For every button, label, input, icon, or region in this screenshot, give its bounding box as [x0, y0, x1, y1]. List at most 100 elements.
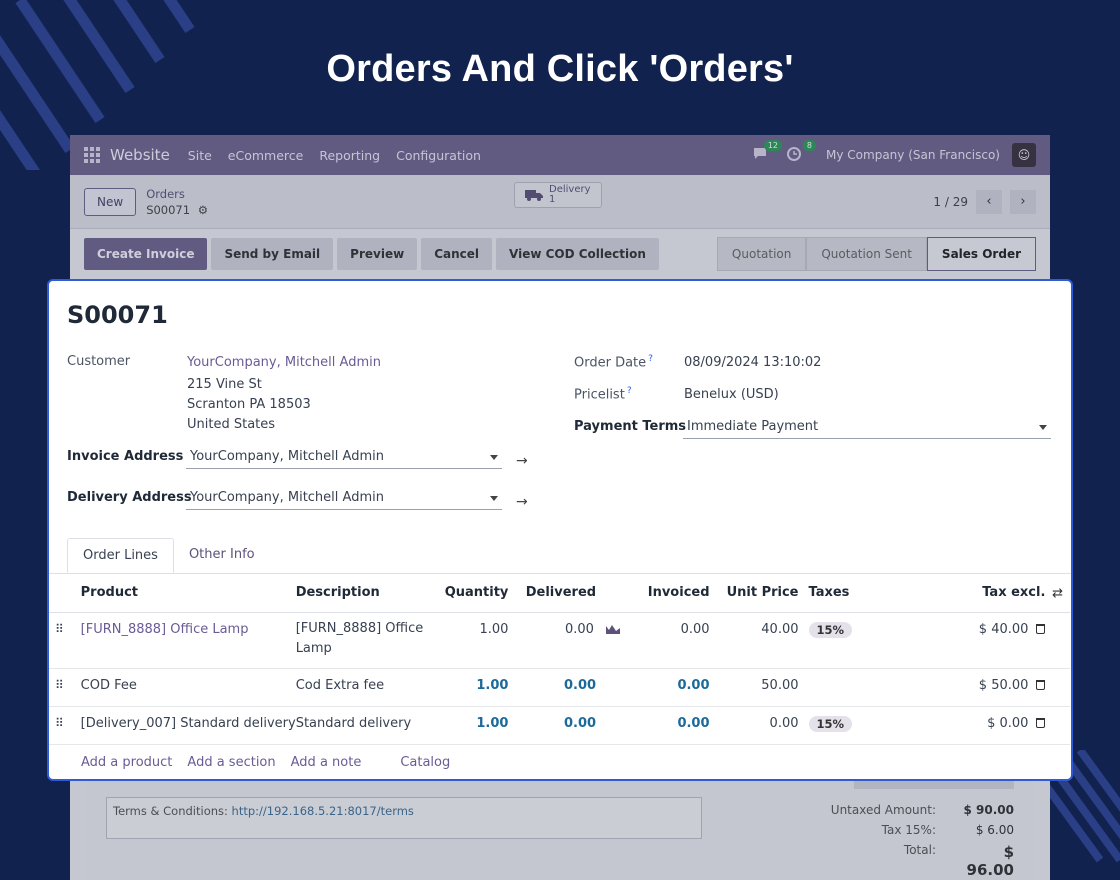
- breadcrumb-current: S00071: [146, 202, 191, 217]
- apps-grid-icon[interactable]: [84, 147, 100, 163]
- arrow-right-icon[interactable]: →: [516, 494, 528, 510]
- header-invoiced[interactable]: Invoiced: [620, 574, 710, 613]
- send-by-email-button[interactable]: Send by Email: [211, 238, 334, 270]
- row-invoiced: 0.00: [620, 612, 710, 669]
- pager-previous-button[interactable]: ‹: [976, 189, 1002, 214]
- invoice-address-select[interactable]: YourCompany, Mitchell Admin: [186, 447, 502, 469]
- terms-link[interactable]: http://192.168.5.21:8017/terms: [232, 804, 414, 818]
- activities-button[interactable]: 8: [786, 140, 817, 164]
- order-date-value[interactable]: 08/09/2024 13:10:02: [684, 355, 821, 370]
- header-description[interactable]: Description: [295, 574, 445, 613]
- status-quotation[interactable]: Quotation: [716, 237, 807, 271]
- row-quantity[interactable]: 1.00: [444, 668, 509, 707]
- tab-order-lines[interactable]: Order Lines: [67, 538, 174, 573]
- delivery-count: 1: [549, 194, 556, 205]
- column-settings-icon[interactable]: ⇄: [1052, 586, 1063, 601]
- menu-reporting[interactable]: Reporting: [319, 148, 380, 163]
- row-taxes[interactable]: 15%: [798, 706, 937, 745]
- header-delivered[interactable]: Delivered: [508, 574, 621, 613]
- terms-and-conditions[interactable]: Terms & Conditions: http://192.168.5.21:…: [106, 797, 702, 839]
- pager-value[interactable]: 1 / 29: [933, 195, 968, 209]
- delivery-smart-button[interactable]: Delivery 1: [514, 182, 602, 208]
- menu-configuration[interactable]: Configuration: [396, 148, 481, 163]
- table-row[interactable]: ⠿ [Delivery_007] Standard delivery Stand…: [49, 706, 1070, 745]
- new-button[interactable]: New: [84, 187, 137, 216]
- delivery-address-select[interactable]: YourCompany, Mitchell Admin: [186, 488, 502, 510]
- payment-terms-value: Immediate Payment: [687, 419, 819, 434]
- tax-label: Tax 15%:: [881, 823, 936, 837]
- row-unit-price[interactable]: 0.00: [709, 706, 799, 745]
- add-section-link[interactable]: Add a section: [187, 755, 275, 770]
- menu-ecommerce[interactable]: eCommerce: [228, 148, 304, 163]
- header-handle: [49, 574, 81, 613]
- row-taxes[interactable]: 15%: [798, 612, 937, 669]
- pager-next-button[interactable]: ›: [1010, 189, 1036, 214]
- messages-button[interactable]: 12: [752, 140, 783, 164]
- table-row[interactable]: ⠿ [FURN_8888] Office Lamp [FURN_8888] Of…: [49, 612, 1070, 669]
- top-navbar: Website Site eCommerce Reporting Configu…: [70, 135, 1050, 175]
- payment-terms-select[interactable]: Immediate Payment: [683, 417, 1051, 439]
- terms-label: Terms & Conditions:: [113, 804, 228, 818]
- total-label: Total:: [903, 843, 936, 857]
- create-invoice-button[interactable]: Create Invoice: [84, 238, 208, 270]
- row-description[interactable]: Standard delivery: [295, 706, 445, 745]
- address-line-2: Scranton PA 18503: [187, 397, 311, 412]
- gear-icon[interactable]: ⚙: [198, 203, 208, 217]
- forecast-chart-icon[interactable]: [606, 624, 621, 634]
- row-quantity[interactable]: 1.00: [444, 706, 509, 745]
- order-totals: Untaxed Amount: $ 90.00 Tax 15%: $ 6.00 …: [806, 803, 1014, 880]
- row-product[interactable]: COD Fee: [80, 668, 296, 707]
- order-title: S00071: [67, 301, 168, 329]
- trash-icon[interactable]: [1036, 679, 1046, 690]
- order-footer: Terms & Conditions: http://192.168.5.21:…: [86, 775, 1034, 880]
- preview-button[interactable]: Preview: [337, 238, 418, 270]
- tab-other-info[interactable]: Other Info: [174, 538, 270, 573]
- drag-handle-icon[interactable]: ⠿: [49, 668, 81, 707]
- app-brand[interactable]: Website: [110, 146, 170, 164]
- add-note-link[interactable]: Add a note: [291, 755, 362, 770]
- pager: 1 / 29 ‹ ›: [933, 189, 1036, 214]
- row-delivered[interactable]: 0.00: [508, 612, 621, 669]
- customer-link[interactable]: YourCompany, Mitchell Admin: [187, 355, 381, 370]
- row-product[interactable]: [Delivery_007] Standard delivery: [80, 706, 296, 745]
- view-cod-collection-button[interactable]: View COD Collection: [496, 238, 659, 270]
- header-tax-excl[interactable]: Tax excl.: [936, 574, 1046, 613]
- row-unit-price[interactable]: 40.00: [709, 612, 799, 669]
- drag-handle-icon[interactable]: ⠿: [49, 706, 81, 745]
- header-product[interactable]: Product: [80, 574, 296, 613]
- breadcrumb-orders-link[interactable]: Orders: [146, 186, 208, 202]
- tax-value: $ 6.00: [975, 823, 1014, 837]
- row-delivered[interactable]: 0.00: [508, 706, 621, 745]
- row-subtotal-value: $ 50.00: [978, 677, 1029, 693]
- user-avatar[interactable]: ☺: [1012, 143, 1036, 167]
- row-product[interactable]: [FURN_8888] Office Lamp: [80, 612, 296, 669]
- menu-site[interactable]: Site: [188, 148, 212, 163]
- row-delivered[interactable]: 0.00: [508, 668, 621, 707]
- help-icon[interactable]: ?: [648, 354, 653, 364]
- add-product-link[interactable]: Add a product: [81, 755, 172, 770]
- total-value: $ 96.00: [966, 843, 1014, 879]
- table-row[interactable]: ⠿ COD Fee Cod Extra fee 1.00 0.00 0.00 5…: [49, 668, 1070, 707]
- arrow-right-icon[interactable]: →: [516, 453, 528, 469]
- row-unit-price[interactable]: 50.00: [709, 668, 799, 707]
- row-taxes[interactable]: [798, 668, 937, 707]
- company-switcher[interactable]: My Company (San Francisco): [826, 148, 1000, 162]
- row-subtotal-value: $ 0.00: [987, 715, 1029, 731]
- row-quantity[interactable]: 1.00: [444, 612, 509, 669]
- status-quotation-sent[interactable]: Quotation Sent: [806, 237, 927, 271]
- drag-handle-icon[interactable]: ⠿: [49, 612, 81, 669]
- row-description[interactable]: [FURN_8888] Office Lamp: [295, 612, 445, 669]
- catalog-link[interactable]: Catalog: [400, 755, 450, 770]
- cancel-button[interactable]: Cancel: [421, 238, 492, 270]
- trash-icon[interactable]: [1036, 717, 1046, 728]
- header-taxes[interactable]: Taxes: [798, 574, 937, 613]
- trash-icon[interactable]: [1036, 623, 1046, 634]
- row-description[interactable]: Cod Extra fee: [295, 668, 445, 707]
- header-quantity[interactable]: Quantity: [444, 574, 509, 613]
- activities-count-badge: 8: [802, 140, 817, 151]
- pricelist-value[interactable]: Benelux (USD): [684, 387, 779, 402]
- help-icon[interactable]: ?: [627, 386, 632, 396]
- header-unit-price[interactable]: Unit Price: [709, 574, 799, 613]
- tax-badge: 15%: [808, 621, 853, 638]
- status-sales-order[interactable]: Sales Order: [926, 237, 1036, 271]
